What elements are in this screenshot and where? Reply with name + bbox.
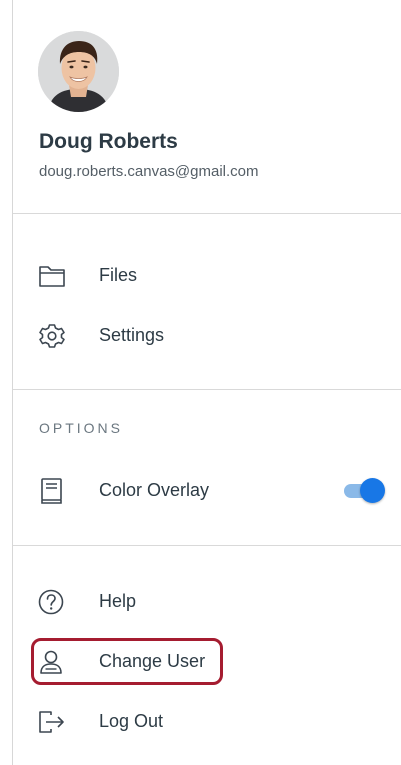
toggle-thumb [360,478,385,503]
menu-item-files-label: Files [99,265,138,285]
divider [13,213,401,214]
menu-item-help-label: Help [99,591,137,611]
menu-item-settings[interactable]: Settings [13,314,401,358]
avatar[interactable] [38,31,119,112]
color-overlay-toggle[interactable] [344,477,385,505]
user-icon [37,648,67,676]
menu-item-change-user-label: Change User [99,651,206,671]
menu-item-logout[interactable]: Log Out [13,700,401,744]
menu-item-files[interactable]: Files [13,254,401,298]
navigation-drawer: Doug Roberts doug.roberts.canvas@gmail.c… [12,0,401,765]
book-icon [37,477,67,505]
gear-icon [37,322,67,350]
options-section-header: OPTIONS [39,420,124,436]
folder-icon [37,262,67,290]
help-circle-icon [37,588,67,616]
divider [13,389,401,390]
menu-item-color-overlay[interactable]: Color Overlay [13,469,401,513]
divider [13,545,401,546]
logout-icon [37,708,67,736]
menu-item-help[interactable]: Help [13,580,401,624]
user-name: Doug Roberts [39,130,178,153]
menu-item-logout-label: Log Out [99,711,164,731]
menu-item-settings-label: Settings [99,325,165,345]
menu-item-change-user[interactable]: Change User [13,640,401,684]
user-photo [38,31,119,112]
menu-item-color-overlay-label: Color Overlay [99,480,210,500]
user-email: doug.roberts.canvas@gmail.com [39,163,259,180]
